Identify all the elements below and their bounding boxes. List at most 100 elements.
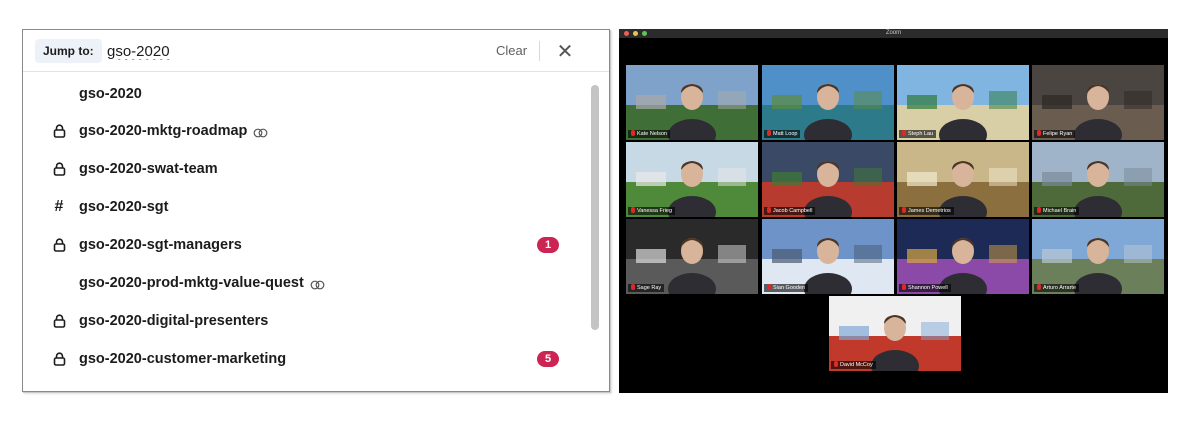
muted-mic-icon [834,361,838,367]
participant-name-tag: Sian Gooden [764,284,809,292]
muted-mic-icon [1037,130,1041,136]
search-results-list: gso-2020 gso-2020-mktg-roadmap gso-2020-sw… [23,73,585,391]
muted-mic-icon [767,130,771,136]
muted-mic-icon [1037,207,1041,213]
video-feed [626,142,758,217]
channel-name: gso-2020-mktg-roadmap [79,123,248,139]
participant-name: Jacob Campbell [773,208,813,214]
jump-to-dialog: Jump to: Clear ✕ gso-2020 gso-2020-mktg-r… [22,29,610,392]
participant-name: Matt Loop [773,131,798,137]
jump-to-search-input[interactable] [107,38,487,64]
muted-mic-icon [902,284,906,290]
lock-icon [51,351,67,367]
unread-badge: 5 [537,351,559,367]
channel-result-row[interactable]: gso-2020-sgt-managers 1 [23,226,585,264]
participant-video-tile[interactable]: Shannon Powell [897,219,1029,294]
participant-name-tag: Vanessa Frieg [628,207,676,215]
scrollbar-thumb[interactable] [591,85,599,330]
channel-result-row[interactable]: # gso-2020-sgt [23,188,585,226]
video-feed [829,296,961,371]
participant-video-tile[interactable]: James Demetrios [897,142,1029,217]
participant-name-tag: Matt Loop [764,130,801,138]
participant-name-tag: Shannon Powell [899,284,951,292]
video-feed [762,219,894,294]
muted-mic-icon [631,284,635,290]
participant-name-tag: David McCoy [831,361,876,369]
participant-name: Sage Ray [637,285,662,291]
participant-name: Steph Lau [908,131,934,137]
lock-icon [51,161,67,177]
video-feed [897,65,1029,140]
lock-icon [51,123,67,139]
jump-to-header: Jump to: Clear ✕ [23,30,609,72]
header-divider [539,41,540,61]
channel-name: gso-2020 [79,86,142,102]
video-feed [1032,219,1164,294]
participant-name: David McCoy [840,362,873,368]
jump-to-label: Jump to: [35,39,102,63]
participant-name: Kate Nelson [637,131,667,137]
participant-video-tile[interactable]: David McCoy [829,296,961,371]
channel-result-row[interactable]: gso-2020-prod-mktg-value-quest [23,264,585,302]
participant-name: Vanessa Frieg [637,208,673,214]
video-feed [762,142,894,217]
channel-result-row[interactable]: gso-2020-digital-presenters [23,302,585,340]
shared-channel-icon [253,126,268,138]
channel-result-row[interactable]: gso-2020-swat-team [23,150,585,188]
video-feed [897,219,1029,294]
participant-name-tag: Felipe Ryan [1034,130,1076,138]
participant-name: Arturo Arrarte [1043,285,1077,291]
channel-name: gso-2020-sgt [79,199,169,215]
zoom-window-title: Zoom [885,30,902,36]
channel-result-row[interactable]: gso-2020-customer-marketing 5 [23,340,585,378]
participant-video-tile[interactable]: Kate Nelson [626,65,758,140]
zoom-titlebar: Zoom [619,29,1168,38]
participant-name: Shannon Powell [908,285,948,291]
channel-name: gso-2020-digital-presenters [79,313,269,329]
video-feed [1032,65,1164,140]
participant-video-tile[interactable]: Arturo Arrarte [1032,219,1164,294]
hash-icon: # [54,198,64,215]
participant-name-tag: Arturo Arrarte [1034,284,1080,292]
participant-video-tile[interactable]: Vanessa Frieg [626,142,758,217]
close-icon[interactable]: ✕ [553,39,577,63]
muted-mic-icon [902,130,906,136]
participant-name-tag: Sage Ray [628,284,665,292]
participant-video-tile[interactable]: Jacob Campbell [762,142,894,217]
video-feed [626,219,758,294]
participant-name-tag: Jacob Campbell [764,207,816,215]
muted-mic-icon [902,207,906,213]
participant-name-tag: Steph Lau [899,130,937,138]
participant-video-tile[interactable]: Steph Lau [897,65,1029,140]
muted-mic-icon [631,130,635,136]
participant-video-tile[interactable]: Felipe Ryan [1032,65,1164,140]
participant-video-tile[interactable]: Matt Loop [762,65,894,140]
channel-name: gso-2020-customer-marketing [79,351,287,367]
participant-name: Felipe Ryan [1043,131,1073,137]
scrollbar[interactable] [591,85,599,385]
shared-channel-icon [310,278,325,290]
participant-name: Michael Brain [1043,208,1077,214]
muted-mic-icon [1037,284,1041,290]
channel-name: gso-2020-sgt-managers [79,237,242,253]
lock-icon [51,237,67,253]
participant-video-tile[interactable]: Sage Ray [626,219,758,294]
video-feed [626,65,758,140]
channel-result-row[interactable]: gso-2020-mktg-roadmap [23,112,585,150]
muted-mic-icon [767,207,771,213]
clear-button[interactable]: Clear [496,41,527,61]
participant-name-tag: Kate Nelson [628,130,670,138]
participant-name: James Demetrios [908,208,951,214]
participant-name-tag: Michael Brain [1034,207,1080,215]
channel-result-row[interactable]: gso-2020 [23,75,585,113]
video-feed [762,65,894,140]
muted-mic-icon [767,284,771,290]
participant-video-tile[interactable]: Sian Gooden [762,219,894,294]
channel-name: gso-2020-swat-team [79,161,218,177]
channel-name: gso-2020-prod-mktg-value-quest [79,275,304,291]
muted-mic-icon [631,207,635,213]
participant-name-tag: James Demetrios [899,207,954,215]
participant-video-tile[interactable]: Michael Brain [1032,142,1164,217]
zoom-meeting-window: Zoom Kate Nelson Matt Loop Steph Lau Felipe… [619,29,1168,393]
lock-icon [51,313,67,329]
